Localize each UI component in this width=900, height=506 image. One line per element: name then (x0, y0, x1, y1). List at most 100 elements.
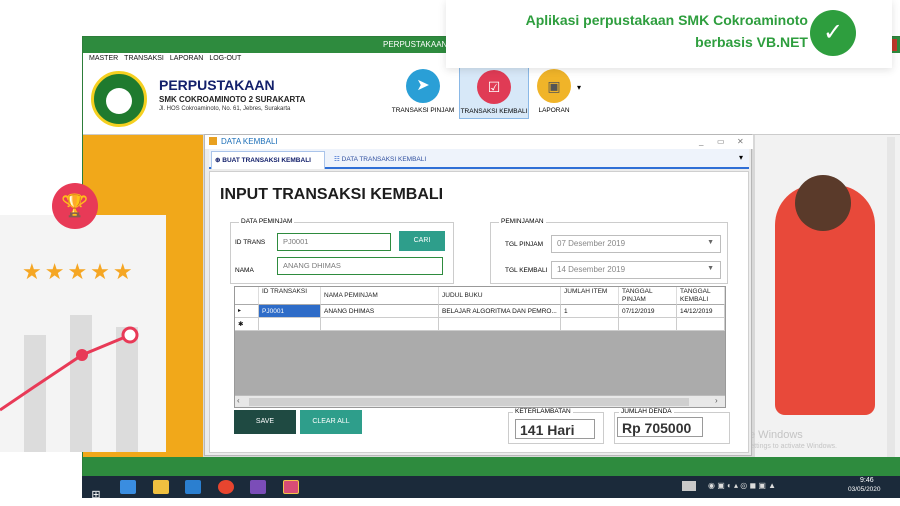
cell-judul-buku[interactable]: BELAJAR ALGORITMA DAN PEMRO... (439, 305, 561, 317)
grid-col-header[interactable]: JUDUL BUKU (439, 287, 561, 305)
menu-transaksi[interactable]: TRANSAKSI (124, 53, 164, 65)
dialog-maximize-icon[interactable]: ▭ (717, 137, 725, 146)
grid-col-header[interactable]: NAMA PEMINJAM (321, 287, 439, 305)
cell-nama-peminjam[interactable]: ANANG DHIMAS (321, 305, 439, 317)
cari-button[interactable]: CARI (399, 231, 445, 251)
toolbar-laporan[interactable]: ▣ LAPORAN (531, 69, 577, 115)
toolbar-kembali[interactable]: ☑ TRANSAKSI KEMBALI (459, 65, 529, 119)
dialog-close-icon[interactable]: ✕ (737, 137, 744, 146)
toolbar-pinjam[interactable]: ➤ TRANSAKSI PINJAM (389, 69, 457, 115)
id-trans-label: ID TRANS (235, 239, 266, 246)
new-cell[interactable] (439, 318, 561, 330)
grid-col-header[interactable]: ID TRANSAKSI (259, 287, 321, 305)
circle-down-icon: ⊕ (215, 157, 221, 164)
scroll-right-icon[interactable]: › (715, 396, 718, 405)
app-name: PERPUSTAKAAN (159, 77, 275, 93)
toolbar-kembali-label: TRANSAKSI KEMBALI (460, 108, 528, 115)
clear-all-button[interactable]: CLEAR ALL (300, 410, 362, 434)
tab-data-transaksi[interactable]: ☷ DATA TRANSAKSI KEMBALI (331, 151, 451, 169)
grid-col-header[interactable]: TANGGAL KEMBALI (677, 287, 725, 305)
safe-icon: ▣ (537, 69, 571, 103)
toolbar-dropdown-icon[interactable]: ▾ (577, 83, 581, 92)
banner-right (755, 135, 900, 457)
dialog-minimize-icon[interactable]: _ (699, 137, 703, 146)
scroll-left-icon[interactable]: ‹ (237, 396, 240, 405)
toolbar-laporan-label: LAPORAN (538, 107, 570, 114)
new-cell[interactable] (677, 318, 725, 330)
grid-col-header[interactable]: JUMLAH ITEM (561, 287, 619, 305)
new-cell[interactable] (619, 318, 677, 330)
tgl-pinjam-label: TGL PINJAM (505, 241, 544, 248)
rating-card: 🏆 ★★★★★ (0, 183, 166, 452)
keyboard-icon[interactable] (682, 481, 696, 491)
checkmark-icon: ✓ (810, 10, 856, 56)
peminjaman-group: PEMINJAMAN TGL PINJAM 07 Desember 2019 ▼… (490, 218, 728, 284)
menu-laporan[interactable]: LAPORAN (170, 53, 203, 65)
nama-input[interactable]: ANANG DHIMAS (277, 257, 443, 275)
keterlambatan-value: 141 Hari (515, 419, 595, 439)
new-cell[interactable] (321, 318, 439, 330)
file-explorer-icon[interactable] (152, 480, 169, 494)
tabs-dropdown-icon[interactable]: ▾ (739, 153, 743, 162)
chevron-down-icon[interactable]: ▼ (707, 265, 714, 272)
tab-buat-label: BUAT TRANSAKSI KEMBALI (222, 157, 311, 164)
new-row[interactable]: ✱ (235, 318, 725, 331)
form-heading: INPUT TRANSAKSI KEMBALI (220, 186, 444, 203)
student-head (795, 175, 851, 231)
menu-master[interactable]: MASTER (89, 53, 118, 65)
trend-line-icon (0, 326, 139, 412)
school-address: Jl. HOS Cokroaminoto, No. 61, Jebres, Su… (159, 106, 291, 112)
windows-start-icon[interactable]: ⊞ (88, 488, 104, 502)
new-cell[interactable] (561, 318, 619, 330)
denda-group: JUMLAH DENDA Rp 705000 (614, 408, 730, 444)
cell-jumlah-item[interactable]: 1 (561, 305, 619, 317)
table-row[interactable]: ▸ PJ0001 ANANG DHIMAS BELAJAR ALGORITMA … (235, 305, 725, 318)
nama-label: NAMA (235, 267, 254, 274)
grid-header: ID TRANSAKSI NAMA PEMINJAM JUDUL BUKU JU… (235, 287, 725, 305)
promo-line1: Aplikasi perpustakaan SMK Cokroaminoto (525, 12, 808, 28)
scrollbar-vertical[interactable] (887, 137, 895, 459)
system-tray-icons[interactable]: ◉ ▣ ◐ ▴ ◎ ◼ ▣ ▲ (708, 481, 818, 491)
table-icon: ☷ (334, 156, 340, 163)
status-strip (83, 457, 900, 477)
save-button[interactable]: SAVE (234, 410, 296, 434)
school-name: SMK COKROAMINOTO 2 SURAKARTA (159, 95, 306, 104)
window-title: PERPUSTAKAAN (383, 40, 448, 49)
grid-col-header[interactable]: TANGGAL PINJAM (619, 287, 677, 305)
vscode-icon[interactable] (185, 480, 202, 494)
app-running-icon[interactable] (282, 480, 299, 494)
new-cell[interactable] (259, 318, 321, 330)
promo-line2: berbasis VB.NET (695, 34, 808, 50)
visual-studio-icon[interactable] (250, 480, 267, 494)
send-icon: ➤ (406, 69, 440, 103)
keterlambatan-label: KETERLAMBATAN (513, 408, 573, 415)
chrome-icon[interactable] (217, 480, 234, 494)
row-selector-icon: ▸ (235, 305, 259, 317)
rating-stars: ★★★★★ (22, 259, 136, 284)
peminjam-group: DATA PEMINJAM ID TRANS PJ0001 CARI NAMA … (230, 218, 454, 284)
menu-logout[interactable]: LOG-OUT (209, 53, 241, 65)
clock-date[interactable]: 03/05/2020 (848, 486, 881, 493)
transaksi-grid[interactable]: ID TRANSAKSI NAMA PEMINJAM JUDUL BUKU JU… (234, 286, 726, 408)
cell-id-transaksi[interactable]: PJ0001 (259, 305, 321, 317)
scroll-thumb[interactable] (249, 398, 689, 406)
tgl-kembali-label: TGL KEMBALI (505, 267, 548, 274)
cell-tanggal-pinjam[interactable]: 07/12/2019 (619, 305, 677, 317)
dialog-tabs: ⊕ BUAT TRANSAKSI KEMBALI ☷ DATA TRANSAKS… (209, 149, 749, 169)
tab-data-label: DATA TRANSAKSI KEMBALI (341, 156, 427, 163)
cell-tanggal-kembali[interactable]: 14/12/2019 (677, 305, 725, 317)
tgl-kembali-value: 14 Desember 2019 (557, 265, 626, 274)
id-trans-input[interactable]: PJ0001 (277, 233, 391, 251)
chevron-down-icon[interactable]: ▼ (707, 239, 714, 246)
app-header: PERPUSTAKAAN SMK COKROAMINOTO 2 SURAKART… (83, 65, 900, 135)
denda-value: Rp 705000 (617, 417, 703, 437)
tab-buat-transaksi[interactable]: ⊕ BUAT TRANSAKSI KEMBALI (211, 151, 325, 169)
store-icon[interactable] (120, 480, 137, 494)
peminjam-group-label: DATA PEMINJAM (239, 218, 295, 225)
emblem-icon (106, 88, 132, 114)
scrollbar-horizontal[interactable]: ‹ › (235, 395, 725, 407)
tgl-pinjam-picker[interactable]: 07 Desember 2019 ▼ (551, 235, 721, 253)
tgl-kembali-picker[interactable]: 14 Desember 2019 ▼ (551, 261, 721, 279)
tgl-pinjam-value: 07 Desember 2019 (557, 239, 626, 248)
clock-time[interactable]: 9:46 (860, 477, 874, 484)
